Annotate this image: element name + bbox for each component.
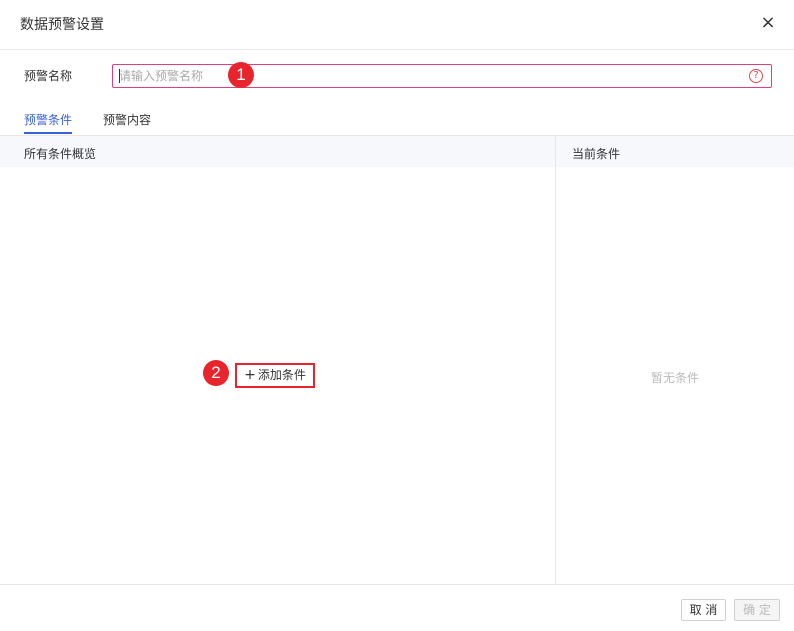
confirm-button[interactable]: 确 定 (734, 599, 780, 621)
tab-alert-conditions[interactable]: 预警条件 (24, 111, 72, 128)
cancel-button[interactable]: 取 消 (681, 599, 726, 621)
current-conditions-header: 当前条件 (556, 136, 794, 167)
close-icon[interactable]: × (759, 14, 777, 32)
annotation-marker-1: 1 (228, 62, 254, 88)
dialog-title: 数据预警设置 (20, 17, 104, 33)
panel-divider (555, 136, 556, 584)
footer-divider (0, 584, 794, 585)
all-conditions-header: 所有条件概览 (0, 136, 555, 167)
alert-name-label: 预警名称 (24, 69, 73, 83)
tab-alert-content[interactable]: 预警内容 (103, 111, 151, 128)
alert-name-field[interactable]: ? (112, 64, 772, 88)
add-condition-button[interactable]: + 添加条件 (235, 363, 315, 388)
plus-icon: + (244, 367, 256, 383)
active-tab-indicator (24, 132, 72, 134)
text-caret (119, 69, 120, 83)
help-icon[interactable]: ? (749, 69, 763, 83)
all-conditions-title: 所有条件概览 (24, 147, 97, 161)
add-condition-label: 添加条件 (257, 368, 306, 382)
dialog-header: 数据预警设置 × (0, 0, 794, 50)
alert-name-input[interactable] (113, 65, 741, 87)
annotation-marker-2: 2 (203, 360, 229, 386)
empty-conditions-text: 暂无条件 (650, 371, 699, 385)
current-conditions-title: 当前条件 (572, 147, 621, 161)
